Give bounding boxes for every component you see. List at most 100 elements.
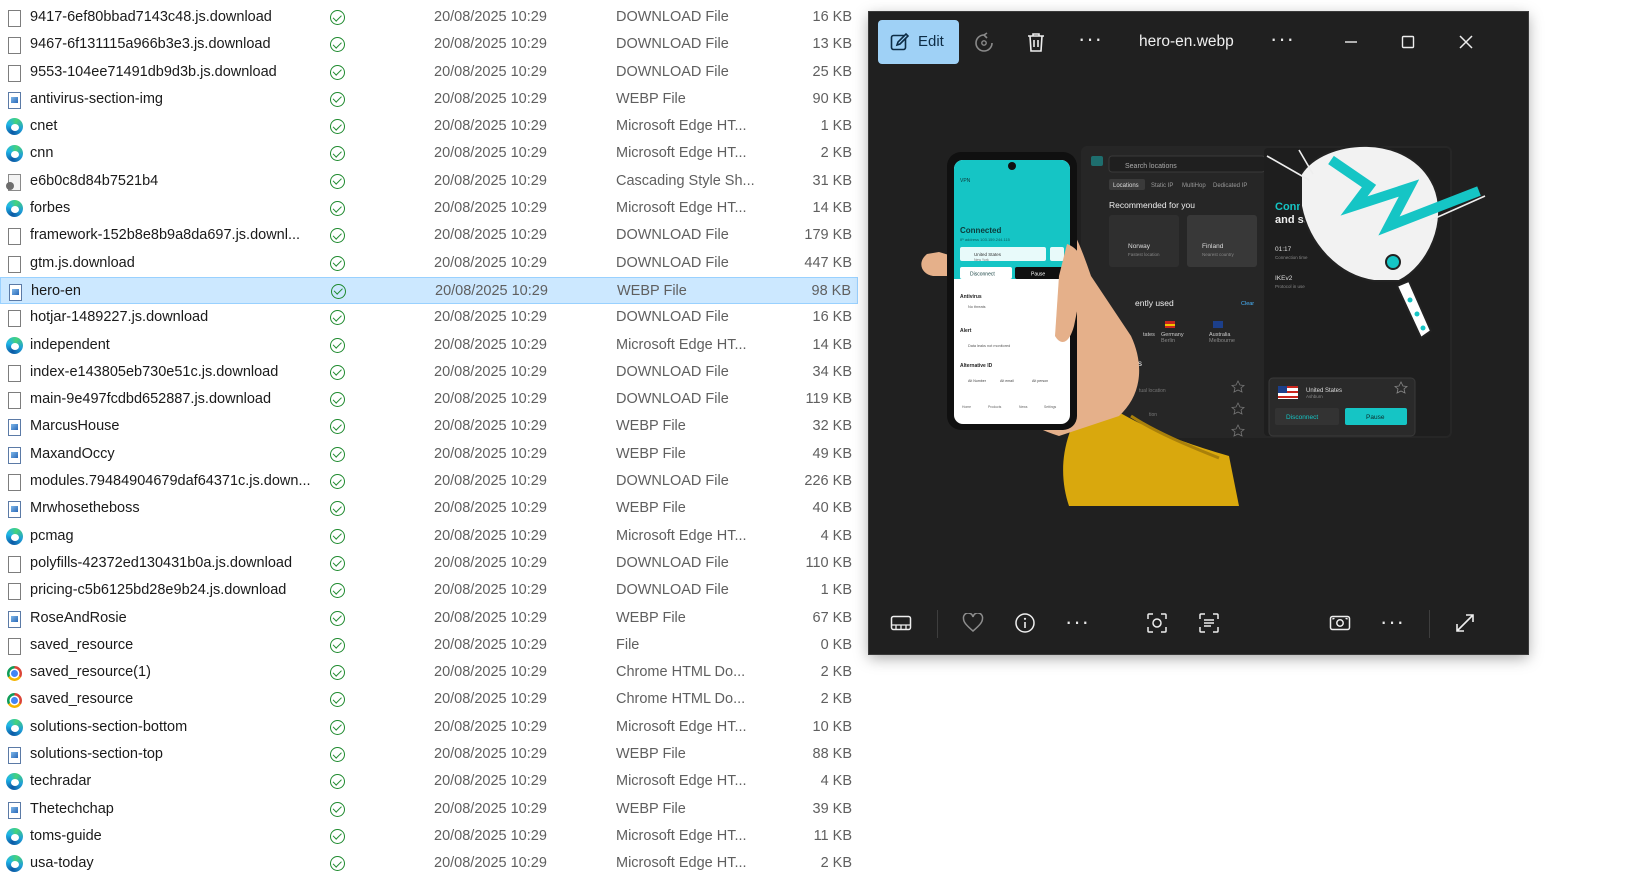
file-size: 1 KB xyxy=(820,118,852,135)
file-row[interactable]: MarcusHouse 20/08/2025 10:29 WEBP File 32 K… xyxy=(0,413,858,440)
file-type: Chrome HTML Do... xyxy=(616,664,746,681)
file-type: Microsoft Edge HT... xyxy=(616,145,747,162)
panel-recently-used: ently used xyxy=(1135,298,1174,308)
file-row[interactable]: MaxandOccy 20/08/2025 10:29 WEBP File 49 KB xyxy=(0,441,858,468)
phone-section-detail: No threats xyxy=(968,305,986,309)
panel-tab: Static IP xyxy=(1151,183,1173,189)
file-row[interactable]: pcmag 20/08/2025 10:29 Microsoft Edge HT..… xyxy=(0,523,858,550)
phone-disconnect: Disconnect xyxy=(970,272,995,278)
file-row[interactable]: hero-en 20/08/2025 10:29 WEBP File 98 KB xyxy=(0,276,858,305)
file-date: 20/08/2025 10:29 xyxy=(434,855,547,872)
file-name: forbes xyxy=(30,200,71,217)
file-size: 1 KB xyxy=(820,582,852,599)
file-row[interactable]: toms-guide 20/08/2025 10:29 Microsoft Edge… xyxy=(0,823,858,850)
file-row[interactable]: solutions-section-bottom 20/08/2025 10:29… xyxy=(0,714,858,741)
file-row[interactable]: techradar 20/08/2025 10:29 Microsoft Edge … xyxy=(0,768,858,795)
file-name: index-e143805eb730e51c.js.download xyxy=(30,363,279,380)
more-icon[interactable]: ··· xyxy=(1270,28,1295,50)
edit-button[interactable]: Edit xyxy=(878,20,959,64)
file-row[interactable]: polyfills-42372ed130431b0a.js.download 20… xyxy=(0,550,858,577)
file-date: 20/08/2025 10:29 xyxy=(434,254,547,271)
file-row[interactable]: independent 20/08/2025 10:29 Microsoft Edg… xyxy=(0,332,858,359)
file-row[interactable]: antivirus-section-img 20/08/2025 10:29 WEB… xyxy=(0,86,858,113)
file-type: WEBP File xyxy=(616,800,686,817)
file-row[interactable]: solutions-section-top 20/08/2025 10:29 WEB… xyxy=(0,741,858,768)
image-file-icon xyxy=(6,446,22,464)
file-date: 20/08/2025 10:29 xyxy=(434,718,547,735)
rotate-icon[interactable] xyxy=(973,32,995,54)
file-row[interactable]: pricing-c5b6125bd28e9b24.js.download 20/0… xyxy=(0,577,858,604)
slideshow-icon[interactable] xyxy=(1329,613,1351,633)
panel-tab: Dedicated IP xyxy=(1213,183,1247,189)
file-size: 32 KB xyxy=(812,418,853,435)
file-date: 20/08/2025 10:29 xyxy=(434,391,547,408)
image-file-icon xyxy=(6,418,22,437)
phone-nav-item: News xyxy=(1019,405,1028,409)
fullscreen-icon[interactable] xyxy=(1454,612,1476,634)
file-type: Microsoft Edge HT... xyxy=(616,855,747,872)
file-row[interactable]: saved_resource 20/08/2025 10:29 Chrome HTM… xyxy=(0,686,858,713)
more-icon[interactable]: ··· xyxy=(1078,28,1103,50)
file-date: 20/08/2025 10:29 xyxy=(434,773,547,790)
file-date: 20/08/2025 10:29 xyxy=(434,827,547,844)
file-row[interactable]: saved_resource(1) 20/08/2025 10:29 Chrome … xyxy=(0,659,858,686)
file-row[interactable]: e6b0c8d84b7521b4 20/08/2025 10:29 Cascadin… xyxy=(0,168,858,195)
file-date: 20/08/2025 10:29 xyxy=(434,664,547,681)
file-row[interactable]: RoseAndRosie 20/08/2025 10:29 WEBP File 67 … xyxy=(0,605,858,632)
file-row[interactable]: index-e143805eb730e51c.js.download 20/08/… xyxy=(0,359,858,386)
more-icon[interactable]: ··· xyxy=(1380,611,1405,633)
file-row[interactable]: Thetechchap 20/08/2025 10:29 WEBP File 39 K… xyxy=(0,796,858,823)
file-type: DOWNLOAD File xyxy=(616,363,729,380)
phone-section-title: Alert xyxy=(960,328,972,334)
info-icon[interactable] xyxy=(1014,612,1036,634)
file-type: DOWNLOAD File xyxy=(616,391,729,408)
file-row[interactable]: modules.79484904679daf64371c.js.down... 2… xyxy=(0,468,858,495)
text-scan-icon[interactable] xyxy=(1198,612,1220,634)
file-row[interactable]: cnet 20/08/2025 10:29 Microsoft Edge HT...… xyxy=(0,113,858,140)
file-date: 20/08/2025 10:29 xyxy=(434,172,547,189)
sync-status-icon xyxy=(330,610,346,627)
visual-search-icon[interactable] xyxy=(1146,612,1168,634)
file-name: framework-152b8e8b9a8da697.js.downl... xyxy=(30,227,301,244)
trash-icon[interactable] xyxy=(1025,31,1047,53)
file-type: WEBP File xyxy=(616,609,686,626)
file-size: 90 KB xyxy=(812,90,853,107)
file-size: 34 KB xyxy=(812,363,853,380)
file-row[interactable]: cnn 20/08/2025 10:29 Microsoft Edge HT... 2… xyxy=(0,140,858,167)
file-row[interactable]: usa-today 20/08/2025 10:29 Microsoft Edge … xyxy=(0,850,858,877)
file-size: 67 KB xyxy=(812,609,853,626)
file-name: hero-en xyxy=(31,282,81,299)
sync-status-icon xyxy=(330,856,346,872)
file-row[interactable]: 9417-6ef80bbad7143c48.js.download 20/08/2… xyxy=(0,4,858,31)
file-row[interactable]: saved_resource 20/08/2025 10:29 File 0 KB xyxy=(0,632,858,659)
image-file-icon xyxy=(6,91,22,109)
more-icon[interactable]: ··· xyxy=(1065,611,1090,633)
file-name: 9417-6ef80bbad7143c48.js.download xyxy=(30,9,272,25)
phone-ip: IP address 103.159.244.115 xyxy=(960,237,1011,242)
file-row[interactable]: Mrwhosetheboss 20/08/2025 10:29 WEBP File 4… xyxy=(0,495,858,522)
file-row[interactable]: framework-152b8e8b9a8da697.js.downl... 20… xyxy=(0,222,858,249)
file-date: 20/08/2025 10:29 xyxy=(434,36,547,53)
minimize-icon[interactable] xyxy=(1341,32,1361,52)
sync-status-icon xyxy=(330,364,346,381)
heart-icon[interactable] xyxy=(962,613,984,633)
file-name: pricing-c5b6125bd28e9b24.js.download xyxy=(30,582,287,599)
file-row[interactable]: 9467-6f131115a966b3e3.js.download 20/08/2… xyxy=(0,31,858,58)
filmstrip-icon[interactable] xyxy=(890,614,912,632)
connected-disconnect: Disconnect xyxy=(1286,414,1318,421)
close-icon[interactable] xyxy=(1456,32,1476,52)
edge-browser-icon xyxy=(6,527,23,546)
file-row[interactable]: main-9e497fcdbd652887.js.download 20/08/2… xyxy=(0,386,858,413)
file-date: 20/08/2025 10:29 xyxy=(434,336,547,353)
document-file-icon xyxy=(6,391,22,410)
sync-status-icon xyxy=(330,310,346,326)
panel-search-text: Search locations xyxy=(1125,163,1177,170)
recent-item: tates xyxy=(1143,332,1155,338)
file-row[interactable]: hotjar-1489227.js.download 20/08/2025 10:… xyxy=(0,304,858,331)
file-row[interactable]: 9553-104ee71491db9d3b.js.download 20/08/2… xyxy=(0,59,858,86)
file-row[interactable]: forbes 20/08/2025 10:29 Microsoft Edge HT.… xyxy=(0,195,858,222)
file-row[interactable]: gtm.js.download 20/08/2025 10:29 DOWNLOAD … xyxy=(0,250,858,277)
file-date: 20/08/2025 10:29 xyxy=(434,309,547,326)
file-name: main-9e497fcdbd652887.js.download xyxy=(30,391,272,408)
maximize-icon[interactable] xyxy=(1398,32,1418,52)
